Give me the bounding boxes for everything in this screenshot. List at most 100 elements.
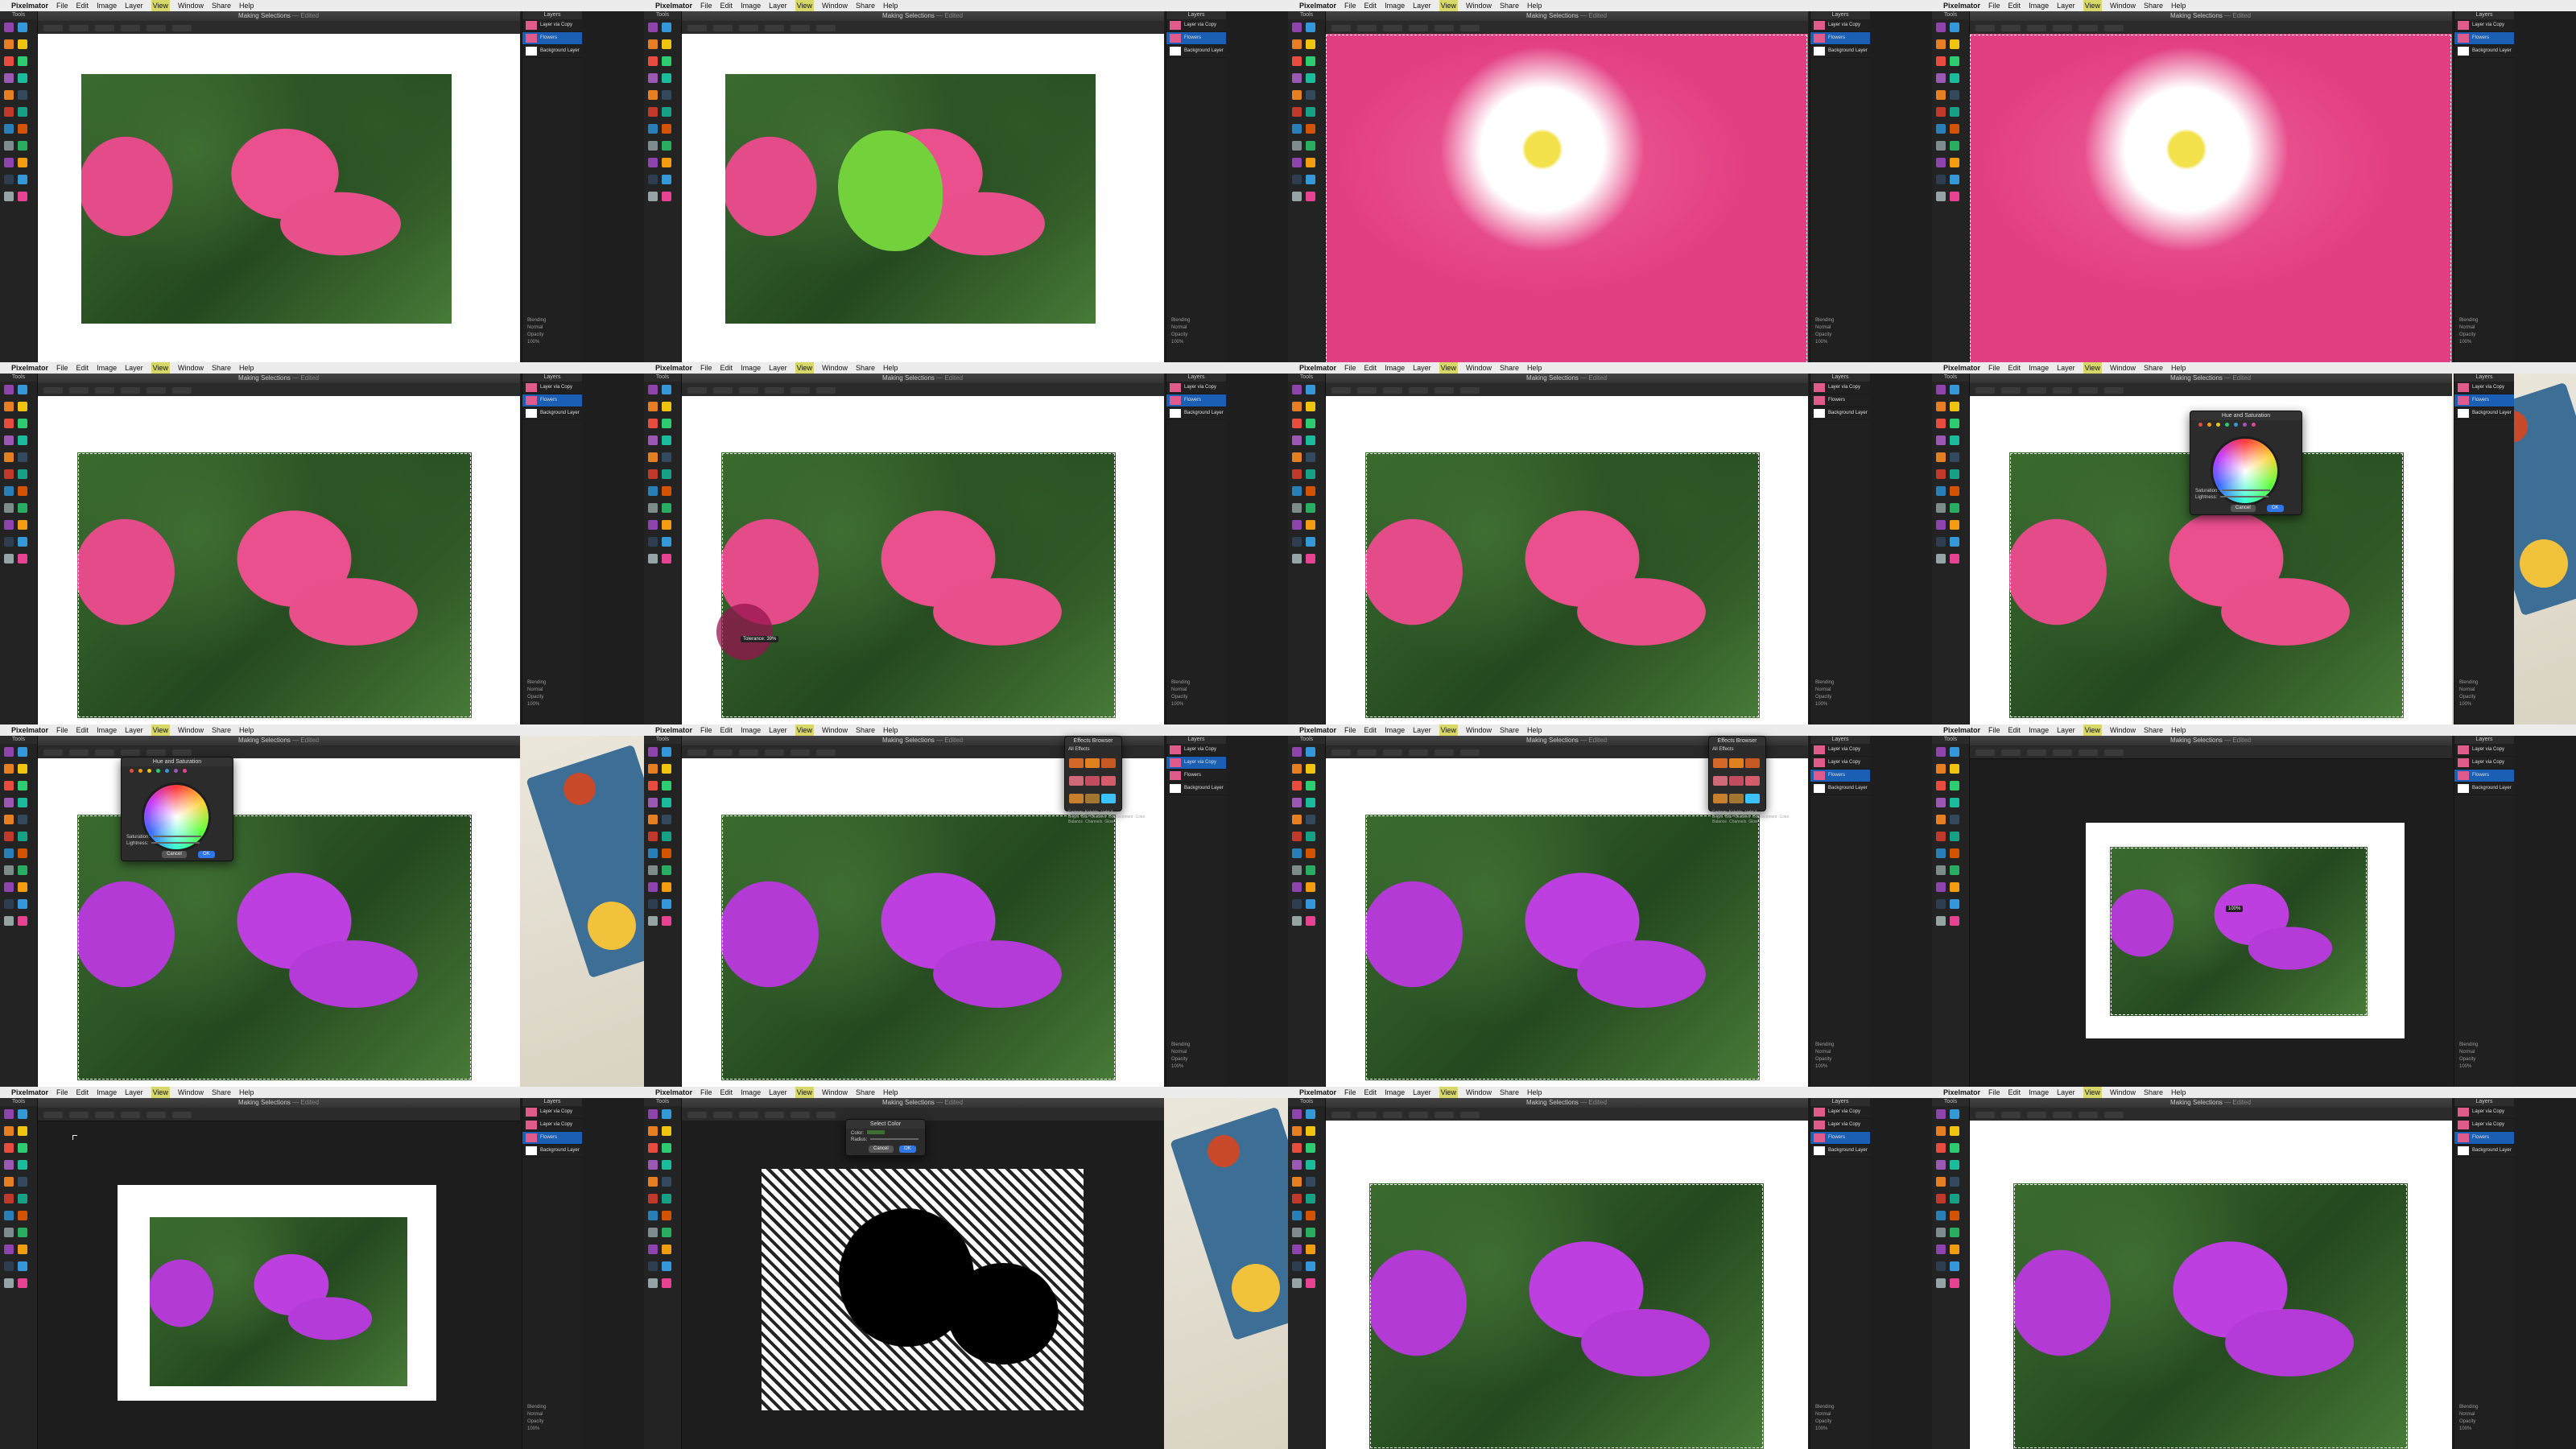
saturation-slider[interactable]: Saturation: [2195, 489, 2271, 493]
tool-button[interactable] [18, 1109, 27, 1119]
tool-button[interactable] [1306, 1278, 1315, 1288]
tool-button[interactable] [662, 385, 671, 394]
layer-row[interactable]: Background Layer [1166, 45, 1226, 58]
menu-item-help[interactable]: Help [1527, 0, 1542, 11]
tool-button[interactable] [4, 537, 14, 547]
photo-layer[interactable] [150, 1217, 407, 1386]
canvas-area[interactable] [37, 1121, 520, 1449]
menu-item-layer[interactable]: Layer [2057, 1087, 2075, 1098]
tool-button[interactable] [18, 419, 27, 428]
tool-option-control[interactable] [2027, 25, 2046, 31]
layer-row[interactable]: Flowers [2454, 32, 2514, 45]
canvas-area[interactable] [1325, 1121, 1808, 1449]
tool-button[interactable] [18, 1211, 27, 1220]
menu-item-file[interactable]: File [700, 362, 712, 374]
tool-button[interactable] [662, 402, 671, 411]
layer-row[interactable]: Background Layer [1810, 782, 1870, 795]
tool-button[interactable] [662, 419, 671, 428]
tool-button[interactable] [1950, 764, 1959, 774]
tool-button[interactable] [1936, 402, 1946, 411]
tool-option-control[interactable] [1460, 387, 1480, 394]
menu-item-image[interactable]: Image [2029, 724, 2049, 736]
cancel-button[interactable]: Cancel [162, 851, 187, 858]
tool-button[interactable] [18, 124, 27, 134]
blend-mode-value[interactable]: Normal [1171, 324, 1226, 332]
tool-button[interactable] [4, 402, 14, 411]
tool-button[interactable] [1950, 419, 1959, 428]
tool-button[interactable] [18, 192, 27, 201]
tool-button[interactable] [4, 141, 14, 151]
preset-color-swatch[interactable] [130, 769, 134, 773]
effect-thumbnail-displacement[interactable] [1745, 776, 1760, 786]
menu-item-file[interactable]: File [700, 0, 712, 11]
tool-button[interactable] [1306, 73, 1315, 83]
tool-button[interactable] [4, 832, 14, 841]
layer-row[interactable]: Layer via Copy [1810, 19, 1870, 32]
tool-button[interactable] [4, 175, 14, 184]
layer-row[interactable]: Background Layer [522, 1145, 582, 1158]
tool-button[interactable] [1950, 916, 1959, 926]
tool-button[interactable] [648, 832, 658, 841]
tool-option-control[interactable] [739, 25, 758, 31]
tool-button[interactable] [1936, 1143, 1946, 1153]
tool-button[interactable] [662, 882, 671, 892]
tool-option-control[interactable] [816, 1112, 836, 1118]
menu-item-window[interactable]: Window [1466, 0, 1492, 11]
tool-button[interactable] [662, 832, 671, 841]
tool-button[interactable] [1936, 419, 1946, 428]
tool-button[interactable] [662, 73, 671, 83]
tool-button[interactable] [1950, 848, 1959, 858]
tool-button[interactable] [1306, 56, 1315, 66]
tool-button[interactable] [18, 848, 27, 858]
menu-item-edit[interactable]: Edit [720, 1087, 733, 1098]
blend-mode-value[interactable]: Normal [1815, 1411, 1870, 1418]
tool-button[interactable] [1936, 1177, 1946, 1187]
menu-item-window[interactable]: Window [178, 362, 204, 374]
tool-option-control[interactable] [713, 1112, 733, 1118]
tool-button[interactable] [1306, 1126, 1315, 1136]
tool-button[interactable] [1950, 781, 1959, 791]
tool-button[interactable] [1950, 39, 1959, 49]
saturation-slider[interactable]: Saturation: [126, 835, 202, 840]
tool-option-control[interactable] [1383, 749, 1402, 756]
photo-layer[interactable] [2110, 847, 2368, 1016]
tool-option-control[interactable] [172, 387, 192, 394]
tool-button[interactable] [662, 23, 671, 32]
tool-button[interactable] [1306, 899, 1315, 909]
tool-option-control[interactable] [1331, 25, 1351, 31]
menu-item-edit[interactable]: Edit [2008, 724, 2021, 736]
tool-button[interactable] [648, 107, 658, 117]
tool-button[interactable] [1936, 1109, 1946, 1119]
tool-option-control[interactable] [687, 1112, 707, 1118]
tool-option-control[interactable] [1409, 387, 1428, 394]
menu-item-file[interactable]: File [1988, 362, 2000, 374]
tool-button[interactable] [1292, 1228, 1302, 1237]
preset-color-swatch[interactable] [183, 769, 187, 773]
tool-button[interactable] [648, 436, 658, 445]
tool-button[interactable] [4, 486, 14, 496]
menu-app-name[interactable]: Pixelmator [11, 362, 48, 374]
tool-option-control[interactable] [2053, 387, 2072, 394]
tool-button[interactable] [662, 1194, 671, 1203]
tool-button[interactable] [18, 916, 27, 926]
tool-button[interactable] [662, 452, 671, 462]
menu-item-view[interactable]: View [2083, 362, 2102, 374]
effect-thumbnail-light-bright[interactable] [1745, 758, 1760, 768]
tool-button[interactable] [1950, 832, 1959, 841]
tool-button[interactable] [4, 1194, 14, 1203]
tool-button[interactable] [1950, 1109, 1959, 1119]
menu-item-file[interactable]: File [700, 1087, 712, 1098]
menu-item-view[interactable]: View [2083, 724, 2102, 736]
tool-button[interactable] [1292, 798, 1302, 807]
effect-thumbnail-channels[interactable] [1729, 794, 1744, 803]
tool-button[interactable] [18, 158, 27, 167]
tool-button[interactable] [662, 865, 671, 875]
menu-item-layer[interactable]: Layer [769, 1087, 787, 1098]
menu-item-share[interactable]: Share [1500, 362, 1519, 374]
ok-button[interactable]: OK [2267, 505, 2284, 512]
tool-button[interactable] [1936, 554, 1946, 564]
tool-button[interactable] [4, 1177, 14, 1187]
tool-option-control[interactable] [791, 387, 810, 394]
menu-item-view[interactable]: View [2083, 1087, 2102, 1098]
menu-item-view[interactable]: View [1439, 1087, 1458, 1098]
